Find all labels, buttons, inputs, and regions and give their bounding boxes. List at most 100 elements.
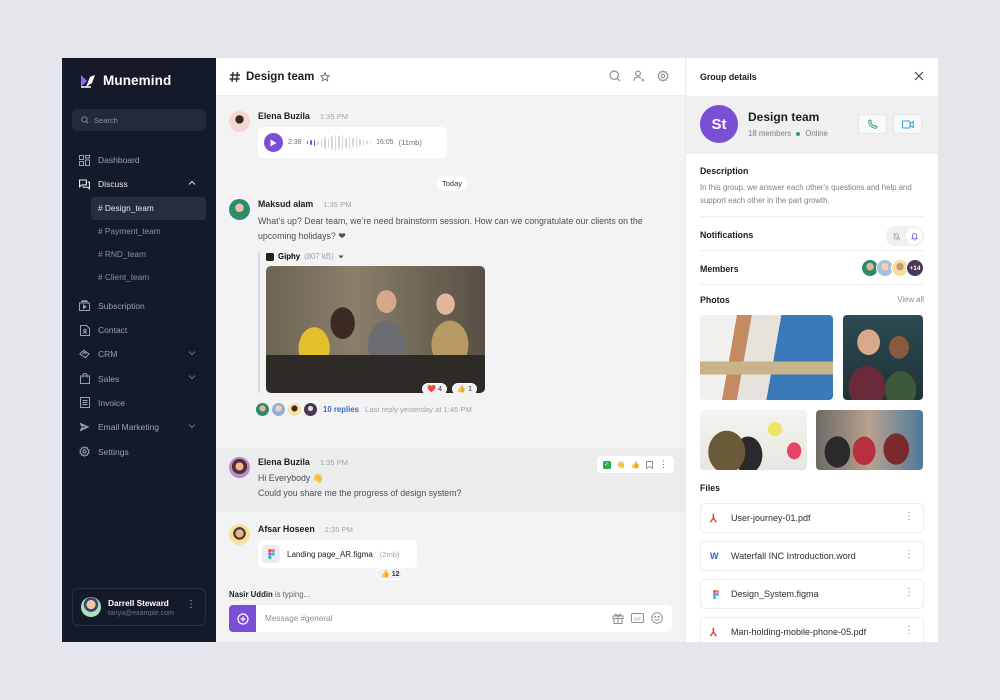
audio-player: 2:38 16:05 (11mb) [258,127,447,158]
description-section: Description In this group, we answer eac… [700,166,924,207]
star-icon[interactable] [320,71,331,82]
close-icon[interactable] [914,71,924,81]
author-avatar[interactable] [229,199,250,220]
bell-icon[interactable] [906,228,922,244]
author-avatar[interactable] [229,524,250,545]
online-status-dot [796,131,801,136]
view-all-photos-link[interactable]: View all [897,295,924,304]
play-icon [270,139,277,146]
sidebar: Munemind Dashboard Discuss # Design_team… [62,58,216,642]
emoji-icon[interactable] [651,612,663,624]
reaction-count: 4 [438,385,442,393]
settings-icon[interactable] [657,70,669,82]
add-user-icon[interactable] [633,70,645,82]
notifications-toggle[interactable] [886,226,924,246]
sidebar-item-sales[interactable]: Sales [62,366,216,390]
user-profile-card[interactable]: Darrell Steward tanya@example.com ⋮ [72,588,206,626]
message-time: 1:35 PM [319,111,349,121]
author-avatar[interactable] [229,111,250,132]
video-call-button[interactable] [893,114,922,134]
audio-elapsed: 2:38 [288,139,302,146]
gift-icon[interactable] [612,612,624,624]
add-attachment-button[interactable] [229,605,256,632]
waveform-bar [366,141,368,144]
reaction-heart[interactable]: ❤️ 4 [422,383,447,393]
section-title: Description [700,166,749,176]
file-name: Landing page_AR.figma [287,549,373,559]
giphy-image[interactable]: ❤️ 4 👍 1 [266,266,485,393]
typing-user: Nasir Uddin [229,590,273,599]
chevron-down-icon [188,424,196,429]
more-options-icon[interactable]: ⋮ [904,512,914,522]
channel-client-team[interactable]: # Client_team [91,266,206,289]
more-options-icon[interactable]: ⋮ [904,588,914,598]
brand-name: Munemind [103,73,172,88]
brand[interactable]: Munemind [80,73,171,88]
waveform-bar [341,135,344,150]
bell-off-icon[interactable] [888,228,904,244]
group-card: St Design team 18 members Online [686,96,938,154]
chevron-up-icon [188,180,196,186]
file-size: (2mb) [379,549,400,559]
subscription-icon [79,300,90,312]
author-name[interactable]: Maksud alam [258,199,313,209]
more-options-icon[interactable]: ⋮ [186,600,196,610]
sidebar-item-contact[interactable]: Contact [62,318,216,342]
reaction-thumbs-up[interactable]: 👍 12 [376,568,405,580]
file-item[interactable]: Design_System.figma ⋮ [700,579,924,609]
contact-icon [79,324,90,336]
message: Afsar Hoseen 1:35 PM Landing page_AR.fig… [229,524,672,580]
author-avatar[interactable] [229,457,250,478]
sidebar-item-dashboard[interactable]: Dashboard [62,148,216,172]
file-name: Man-holding-mobile-phone-05.pdf [731,627,867,637]
word-icon: W [710,551,719,561]
play-button[interactable] [264,133,283,152]
photo-thumbnail[interactable] [700,315,833,400]
reply-avatar [256,403,269,416]
reaction-thumbs-up[interactable]: 👍 1 [452,383,477,393]
sidebar-item-email-marketing[interactable]: Email Marketing [62,415,216,439]
sidebar-item-subscription[interactable]: Subscription [62,294,216,318]
file-item[interactable]: ⅄ User-journey-01.pdf ⋮ [700,503,924,533]
replies-link[interactable]: 10 replies [323,405,359,414]
sidebar-item-label: Subscription [98,300,145,311]
channel-design-team[interactable]: # Design_team [91,196,206,220]
waveform-bar [345,137,347,148]
gif-icon[interactable]: GIF [631,612,644,624]
voice-call-button[interactable] [858,114,887,134]
sidebar-item-invoice[interactable]: Invoice [62,391,216,415]
author-name[interactable]: Afsar Hoseen [258,524,315,534]
message-input[interactable] [265,614,585,623]
photo-thumbnail[interactable] [816,410,923,470]
divider [700,250,924,251]
waveform-bar [338,136,340,149]
sidebar-search[interactable] [72,109,206,131]
member-avatars[interactable]: +14 [861,259,924,277]
author-name[interactable]: Elena Buzila [258,457,310,467]
search-icon[interactable] [609,70,621,82]
sidebar-item-settings[interactable]: Settings [62,439,216,463]
sidebar-item-crm[interactable]: CRM [62,342,216,366]
photo-thumbnail[interactable] [700,410,807,470]
search-input[interactable] [94,115,194,125]
attachment-header[interactable]: Giphy (807 kB) [266,252,672,261]
sidebar-item-discuss[interactable]: Discuss [62,172,216,196]
member-count: 18 members [748,129,792,138]
search-icon [81,116,89,124]
channel-payment-team[interactable]: # Payment_team [91,220,206,243]
audio-duration: 16:05 [376,139,394,146]
photo-thumbnail[interactable] [843,315,923,400]
group-description: In this group, we answer each other's qu… [700,183,912,205]
sidebar-item-label: Settings [98,446,129,457]
more-options-icon[interactable]: ⋮ [904,626,914,636]
file-item[interactable]: W Waterfall INC Introduction.word ⋮ [700,541,924,571]
channel-rnd-team[interactable]: # RND_team [91,243,206,266]
author-name[interactable]: Elena Buzila [258,111,310,121]
file-item[interactable]: ⅄ Man-holding-mobile-phone-05.pdf ⋮ [700,617,924,642]
audio-waveform[interactable] [306,134,372,152]
more-options-icon[interactable]: ⋮ [904,550,914,560]
notifications-section: Notifications [700,226,924,246]
online-status: Online [805,129,828,138]
file-attachment[interactable]: Landing page_AR.figma (2mb) 👍 12 [258,540,417,580]
waveform-bar [331,135,333,150]
